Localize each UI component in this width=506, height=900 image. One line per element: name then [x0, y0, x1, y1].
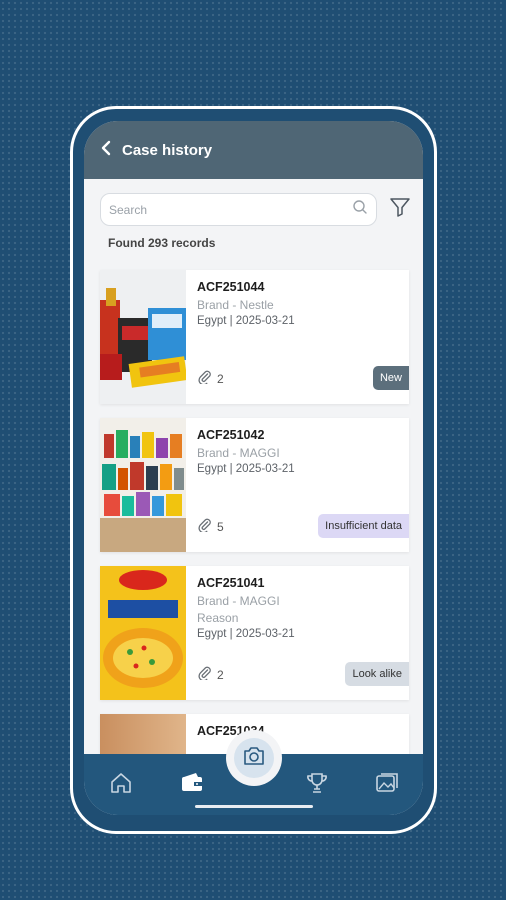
search-input[interactable] [109, 202, 352, 217]
attachment-count-value: 2 [217, 371, 224, 386]
status-badge: New [372, 366, 409, 390]
case-history-content: Found 293 records [84, 179, 423, 754]
case-image-nestle-products [100, 270, 186, 404]
camera-icon [242, 745, 266, 772]
case-image-wood-texture [100, 714, 186, 754]
page-title: Case history [122, 141, 213, 159]
case-image-maggi-noodles [100, 566, 186, 700]
wallet-icon[interactable] [179, 770, 205, 801]
paperclip-icon [198, 370, 212, 387]
case-card[interactable]: ACF251044 Brand - Nestle Egypt | 2025-03… [100, 270, 409, 404]
gallery-icon[interactable] [374, 770, 400, 801]
attachment-count-value: 2 [217, 667, 224, 682]
status-badge: Look alike [345, 662, 409, 686]
case-card[interactable]: ACF251041 Brand - MAGGI Reason Egypt | 2… [100, 566, 409, 700]
back-icon[interactable] [100, 140, 112, 160]
status-badge: Insufficient data [318, 514, 409, 538]
search-icon[interactable] [352, 199, 368, 220]
camera-button-inner [234, 738, 274, 778]
case-location-date: Egypt | 2025-03-21 [197, 628, 295, 640]
records-count: Found 293 records [108, 236, 216, 250]
case-id: ACF251041 [197, 576, 265, 590]
attachment-count: 5 [198, 518, 224, 535]
bottom-navigation [84, 730, 423, 815]
attachment-count: 2 [198, 666, 224, 683]
trophy-icon[interactable] [304, 770, 330, 801]
paperclip-icon [198, 666, 212, 683]
attachment-count: 2 [198, 370, 224, 387]
case-id: ACF251044 [197, 280, 265, 294]
home-icon[interactable] [108, 770, 134, 801]
case-id: ACF251034 [197, 724, 265, 738]
paperclip-icon [198, 518, 212, 535]
case-info: ACF251034 [186, 714, 409, 754]
case-brand: Brand - MAGGI [197, 446, 280, 460]
case-image-shelf-products [100, 418, 186, 552]
case-id: ACF251042 [197, 428, 265, 442]
case-list: ACF251044 Brand - Nestle Egypt | 2025-03… [84, 250, 423, 754]
phone-frame: Case history Found 293 records [70, 106, 437, 834]
case-reason: Reason [197, 611, 239, 625]
camera-button[interactable] [226, 730, 282, 786]
app-header: Case history [84, 121, 423, 179]
search-box [100, 193, 377, 226]
case-location-date: Egypt | 2025-03-21 [197, 315, 295, 327]
search-row [84, 179, 423, 226]
case-card[interactable]: ACF251042 Brand - MAGGI Egypt | 2025-03-… [100, 418, 409, 552]
case-location-date: Egypt | 2025-03-21 [197, 463, 295, 475]
case-brand: Brand - MAGGI [197, 594, 280, 608]
home-indicator [195, 805, 313, 808]
app-screen: Case history Found 293 records [84, 121, 423, 815]
attachment-count-value: 5 [217, 519, 224, 534]
filter-icon[interactable] [389, 196, 411, 223]
case-brand: Brand - Nestle [197, 298, 274, 312]
